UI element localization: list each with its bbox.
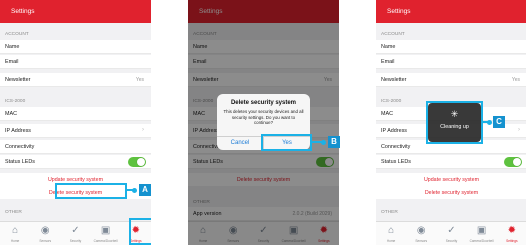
row-ip-label: IP Address (5, 128, 31, 134)
tab-bar: ⌂ Home ◉ Sensors ✓ Security ▣ Camera/Doorbel… (376, 221, 526, 245)
row-newsletter-label: Newsletter (381, 77, 407, 83)
row-email[interactable]: Email (376, 55, 526, 69)
row-email[interactable]: Email (0, 55, 151, 69)
home-icon: ⌂ (12, 225, 19, 236)
highlight-settings-tab (129, 218, 151, 245)
row-newsletter-label: Newsletter (5, 77, 31, 83)
tab-home-label: Home (386, 239, 396, 243)
header: Settings (376, 0, 526, 23)
row-status-leds-label: Status LEDs (5, 159, 35, 165)
section-label-account: ACCOUNT (5, 32, 29, 37)
cancel-button[interactable]: Cancel (217, 137, 264, 150)
play-circle-icon: ◉ (416, 225, 426, 236)
row-newsletter[interactable]: Newsletter Yes (0, 73, 151, 87)
highlight-yes-button (261, 134, 312, 151)
callout-b-connector (312, 139, 326, 145)
tab-security[interactable]: ✓ Security (437, 225, 465, 245)
row-mac[interactable]: MAC (0, 107, 151, 121)
row-ip-address[interactable]: IP Address › (0, 124, 151, 138)
section-label-other: OTHER (5, 210, 22, 215)
tab-camera-label: Camera/Doorbell (469, 239, 494, 243)
status-leds-toggle[interactable] (504, 157, 522, 167)
row-mac-label: MAC (381, 111, 393, 117)
callout-b-badge: B (328, 136, 340, 148)
tab-security-label: Security (69, 239, 82, 243)
tab-security[interactable]: ✓ Security (61, 225, 89, 245)
row-newsletter[interactable]: Newsletter Yes (376, 73, 526, 87)
highlight-delete-link (55, 183, 127, 199)
row-name[interactable]: Name (376, 40, 526, 54)
row-email-label: Email (381, 59, 395, 65)
dialog-title: Delete security system (230, 100, 297, 106)
section-label-ics: ICS-2000 (381, 99, 402, 104)
section-label-account: ACCOUNT (381, 32, 405, 37)
shield-check-icon: ✓ (447, 225, 456, 236)
tab-settings-label: Settings (506, 239, 518, 243)
callout-c-connector (483, 119, 492, 125)
callout-a-connector (127, 187, 137, 193)
tab-home[interactable]: ⌂ Home (1, 225, 29, 245)
tab-camera-label: Camera/Doorbell (93, 239, 118, 243)
phone-screen-delete-dialog: Settings ACCOUNT Name Email Newsletter Ye… (188, 0, 339, 245)
row-ip-label: IP Address (381, 128, 407, 134)
row-name-label: Name (381, 44, 396, 50)
shield-check-icon: ✓ (71, 225, 80, 236)
chevron-right-icon: › (518, 127, 520, 133)
row-status-leds-label: Status LEDs (381, 159, 411, 165)
newsletter-value: Yes (511, 77, 520, 83)
highlight-progress-hud (426, 101, 483, 144)
tab-sensors[interactable]: ◉ Sensors (31, 225, 59, 245)
tab-sensors-label: Sensors (415, 239, 428, 243)
row-mac-label: MAC (5, 111, 17, 117)
delete-security-system-link[interactable]: Delete security system (376, 186, 526, 199)
gear-icon: ✹ (507, 225, 517, 236)
tab-camera-doorbell[interactable]: ▣ Camera/Doorbell (468, 225, 496, 245)
tab-security-label: Security (445, 239, 458, 243)
tab-home-label: Home (10, 239, 20, 243)
camera-icon: ▣ (476, 225, 487, 236)
row-status-leds: Status LEDs (0, 155, 151, 169)
callout-a-badge: A (139, 184, 151, 196)
status-leds-toggle[interactable] (128, 157, 146, 167)
play-circle-icon: ◉ (40, 225, 50, 236)
row-connectivity-label: Connectivity (5, 144, 35, 150)
row-email-label: Email (5, 59, 19, 65)
tab-camera-doorbell[interactable]: ▣ Camera/Doorbell (92, 225, 120, 245)
row-name-label: Name (5, 44, 20, 50)
section-label-ics: ICS-2000 (5, 99, 26, 104)
callout-c-badge: C (493, 116, 505, 128)
camera-icon: ▣ (100, 225, 111, 236)
row-status-leds: Status LEDs (376, 155, 526, 169)
tab-sensors-label: Sensors (39, 239, 52, 243)
chevron-right-icon: › (142, 127, 144, 133)
row-name[interactable]: Name (0, 40, 151, 54)
phone-screen-settings: Settings ACCOUNT Name Email Newsletter Ye… (0, 0, 151, 245)
row-connectivity[interactable]: Connectivity (0, 140, 151, 154)
row-connectivity-label: Connectivity (381, 144, 411, 150)
dialog-message: This deletes your security devices and a… (223, 109, 304, 126)
tab-home[interactable]: ⌂ Home (377, 225, 405, 245)
header-title: Settings (11, 8, 35, 15)
header: Settings (0, 0, 151, 23)
tab-settings[interactable]: ✹ Settings (498, 225, 526, 245)
tab-sensors[interactable]: ◉ Sensors (407, 225, 435, 245)
header-title: Settings (387, 8, 411, 15)
newsletter-value: Yes (135, 77, 144, 83)
section-label-other: OTHER (381, 210, 398, 215)
home-icon: ⌂ (388, 225, 395, 236)
update-security-system-link[interactable]: Update security system (376, 173, 526, 186)
